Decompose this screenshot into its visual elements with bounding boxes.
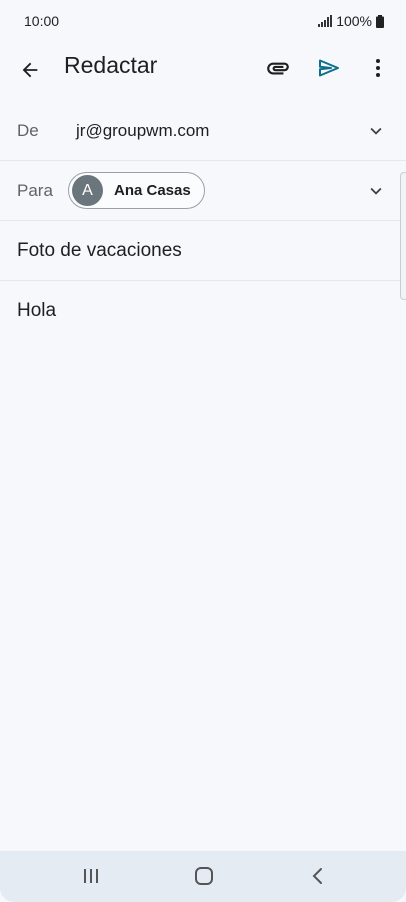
- recipient-name: Ana Casas: [114, 182, 191, 199]
- more-vert-icon: [376, 59, 380, 77]
- system-nav-bar: [0, 851, 406, 902]
- send-icon: [319, 59, 339, 77]
- chevron-down-icon: [370, 127, 382, 135]
- battery-percent: 100%: [336, 13, 372, 29]
- recent-apps-icon[interactable]: [80, 865, 102, 887]
- from-row: De jr@groupwm.com: [0, 101, 406, 161]
- chevron-down-icon: [370, 187, 382, 195]
- battery-icon: [376, 14, 384, 28]
- signal-icon: [318, 15, 333, 27]
- home-icon[interactable]: [193, 865, 215, 887]
- arrow-left-icon: [22, 62, 38, 78]
- edge-panel-handle[interactable]: [400, 172, 406, 300]
- attach-button[interactable]: [262, 52, 294, 84]
- more-options-button[interactable]: [362, 52, 394, 84]
- send-button[interactable]: [313, 52, 345, 84]
- body-input[interactable]: Hola: [17, 300, 56, 322]
- from-expand-button[interactable]: [364, 119, 388, 143]
- back-nav-icon[interactable]: [307, 865, 329, 887]
- status-bar: 10:00 100%: [0, 0, 406, 42]
- to-label: Para: [17, 181, 53, 200]
- subject-input[interactable]: Foto de vacaciones: [17, 240, 182, 262]
- status-time: 10:00: [24, 13, 60, 29]
- to-row: Para A Ana Casas: [0, 161, 406, 221]
- page-title: Redactar: [64, 52, 158, 78]
- app-bar: Redactar: [0, 42, 406, 94]
- back-button[interactable]: [14, 54, 46, 86]
- paperclip-icon: [267, 62, 289, 75]
- subject-row: Foto de vacaciones: [0, 221, 406, 281]
- avatar: A: [72, 175, 103, 206]
- from-account-select[interactable]: jr@groupwm.com: [76, 121, 209, 141]
- from-label: De: [17, 121, 39, 140]
- status-indicators: 100%: [318, 13, 384, 29]
- to-expand-button[interactable]: [364, 179, 388, 203]
- recipient-chip[interactable]: A Ana Casas: [68, 172, 205, 209]
